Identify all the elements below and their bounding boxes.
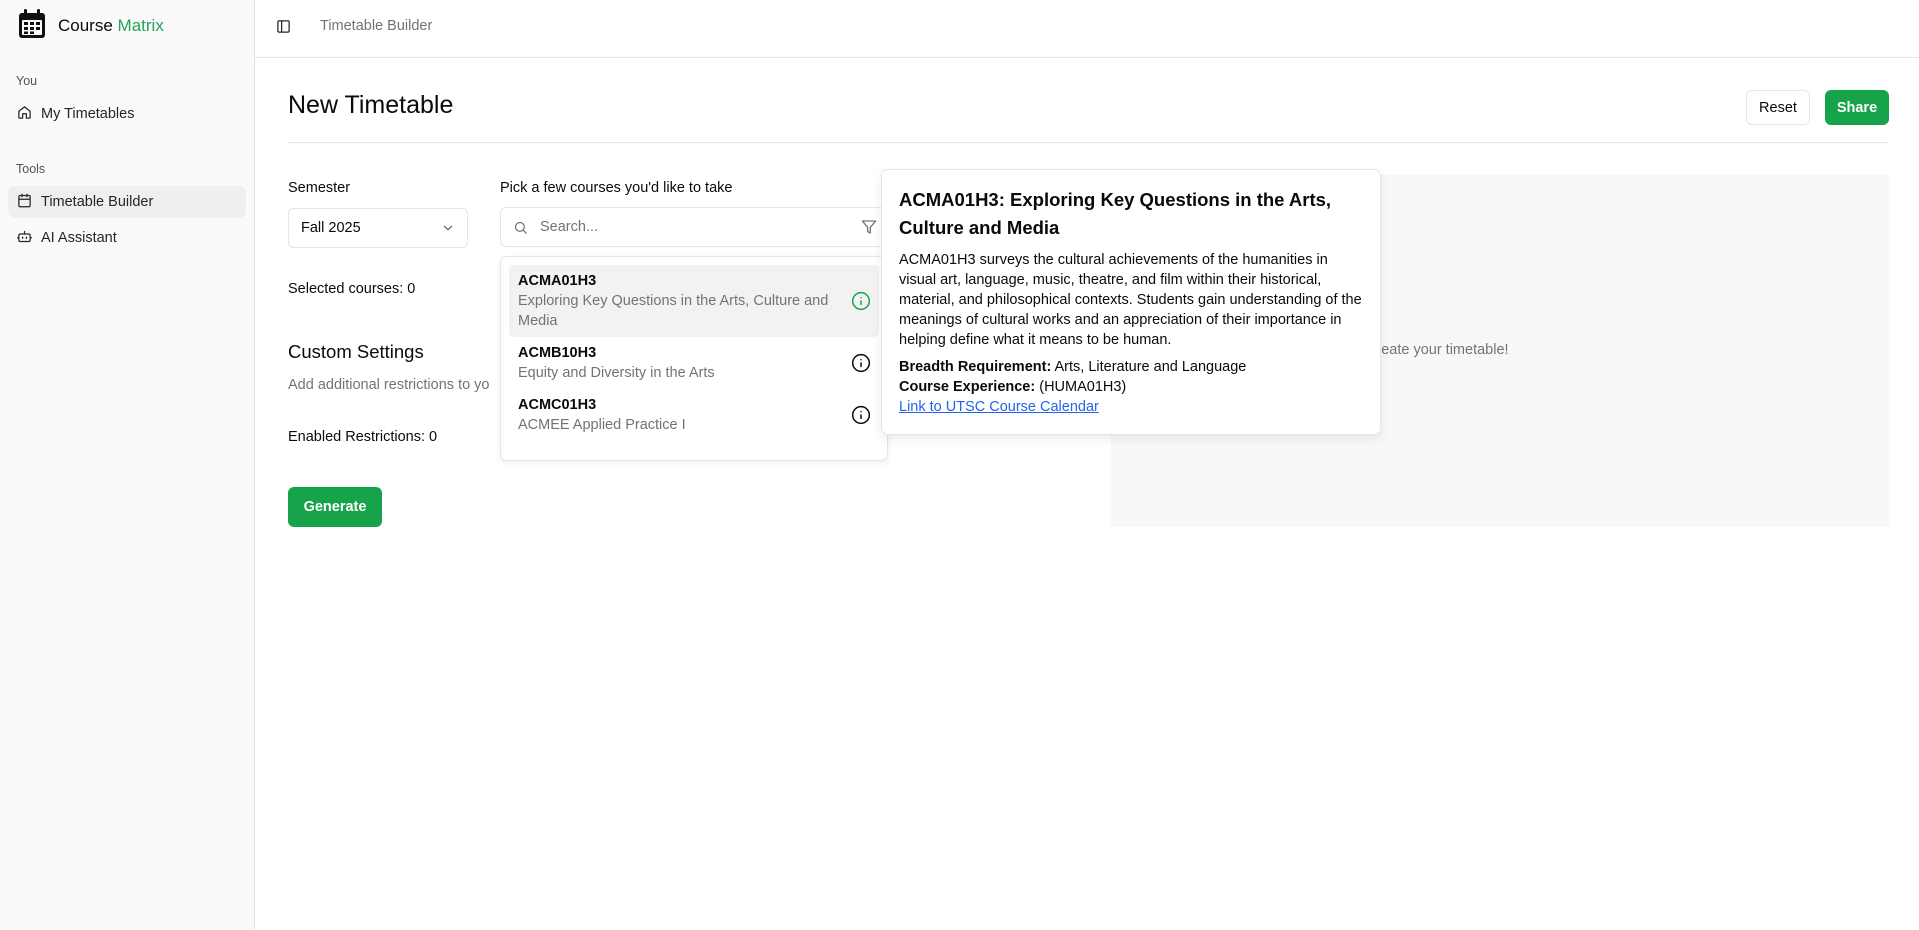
course-experience: Course Experience: (HUMA01H3) (899, 377, 1364, 397)
sidebar-item-my-timetables[interactable]: My Timetables (8, 98, 246, 130)
semester-label: Semester (288, 180, 351, 196)
generate-button[interactable]: Generate (288, 487, 382, 527)
breadth-value: Arts, Literature and Language (1054, 359, 1247, 375)
course-code: ACMB10H3 (518, 345, 597, 361)
sidebar-item-timetable-builder[interactable]: Timetable Builder (8, 186, 246, 218)
bot-icon (17, 229, 32, 248)
hovercard-description: ACMA01H3 surveys the cultural achievemen… (899, 252, 1362, 348)
course-name: ACMEE Applied Practice I (518, 417, 686, 433)
selected-courses-count: Selected courses: 0 (288, 281, 416, 297)
sidebar-item-label: Timetable Builder (41, 194, 154, 210)
courses-label: Pick a few courses you'd like to take (500, 180, 733, 196)
course-info-hovercard: ACMA01H3: Exploring Key Questions in the… (881, 169, 1381, 435)
chevron-down-icon (441, 221, 455, 235)
sidebar-item-label: My Timetables (41, 106, 135, 122)
sidebar-item-ai-assistant[interactable]: AI Assistant (8, 222, 246, 254)
calendar-logo-icon (18, 8, 46, 44)
search-icon (513, 220, 528, 235)
course-calendar-link[interactable]: Link to UTSC Course Calendar (899, 397, 1099, 417)
panel-left-icon (276, 19, 291, 34)
sidebar-section-you-title: You (16, 74, 38, 88)
enabled-restrictions-count: Enabled Restrictions: 0 (288, 429, 438, 445)
filter-icon[interactable] (861, 219, 877, 235)
sidebar-item-label: AI Assistant (41, 230, 117, 246)
share-button[interactable]: Share (1825, 90, 1889, 125)
calendar-icon (17, 193, 32, 212)
brand-prefix: Course (58, 16, 113, 35)
course-code: ACMC01H3 (518, 397, 597, 413)
breadcrumb[interactable]: Timetable Builder (320, 18, 432, 34)
course-option-acma01h3[interactable]: ACMA01H3 Exploring Key Questions in the … (509, 265, 879, 337)
breadth-label: Breadth Requirement: (899, 359, 1052, 375)
brand[interactable]: Course Matrix (18, 8, 164, 44)
custom-settings-description: Add additional restrictions to yo (288, 377, 490, 393)
custom-settings-title: Custom Settings (288, 341, 424, 362)
course-dropdown: ACMA01H3 Exploring Key Questions in the … (500, 256, 888, 461)
reset-button[interactable]: Reset (1746, 90, 1810, 125)
course-name: Equity and Diversity in the Arts (518, 365, 715, 381)
page-title: New Timetable (288, 91, 454, 119)
brand-accent: Matrix (117, 16, 164, 35)
info-icon[interactable] (851, 291, 871, 311)
course-code: ACMA01H3 (518, 273, 597, 289)
semester-value: Fall 2025 (301, 220, 361, 236)
breadth-requirement: Breadth Requirement: Arts, Literature an… (899, 357, 1364, 377)
course-option-acmc01h3[interactable]: ACMC01H3 ACMEE Applied Practice I (509, 389, 879, 441)
header-divider (288, 142, 1889, 143)
course-search-input[interactable] (538, 218, 842, 236)
course-name: Exploring Key Questions in the Arts, Cul… (518, 293, 829, 329)
experience-label: Course Experience: (899, 379, 1036, 395)
topbar: Timetable Builder (255, 0, 1919, 58)
sidebar-toggle-button[interactable] (273, 16, 293, 36)
home-icon (17, 105, 32, 124)
experience-value: (HUMA01H3) (1039, 379, 1127, 395)
semester-select[interactable]: Fall 2025 (288, 208, 468, 248)
info-icon[interactable] (851, 405, 871, 425)
info-icon[interactable] (851, 353, 871, 373)
course-option-acmb10h3[interactable]: ACMB10H3 Equity and Diversity in the Art… (509, 337, 879, 389)
course-search-box[interactable] (500, 207, 888, 247)
sidebar: Course Matrix You My Timetables Tools Ti… (0, 0, 255, 930)
brand-name: Course Matrix (58, 16, 164, 36)
sidebar-section-tools-title: Tools (16, 162, 46, 176)
hovercard-title: ACMA01H3: Exploring Key Questions in the… (899, 189, 1332, 238)
